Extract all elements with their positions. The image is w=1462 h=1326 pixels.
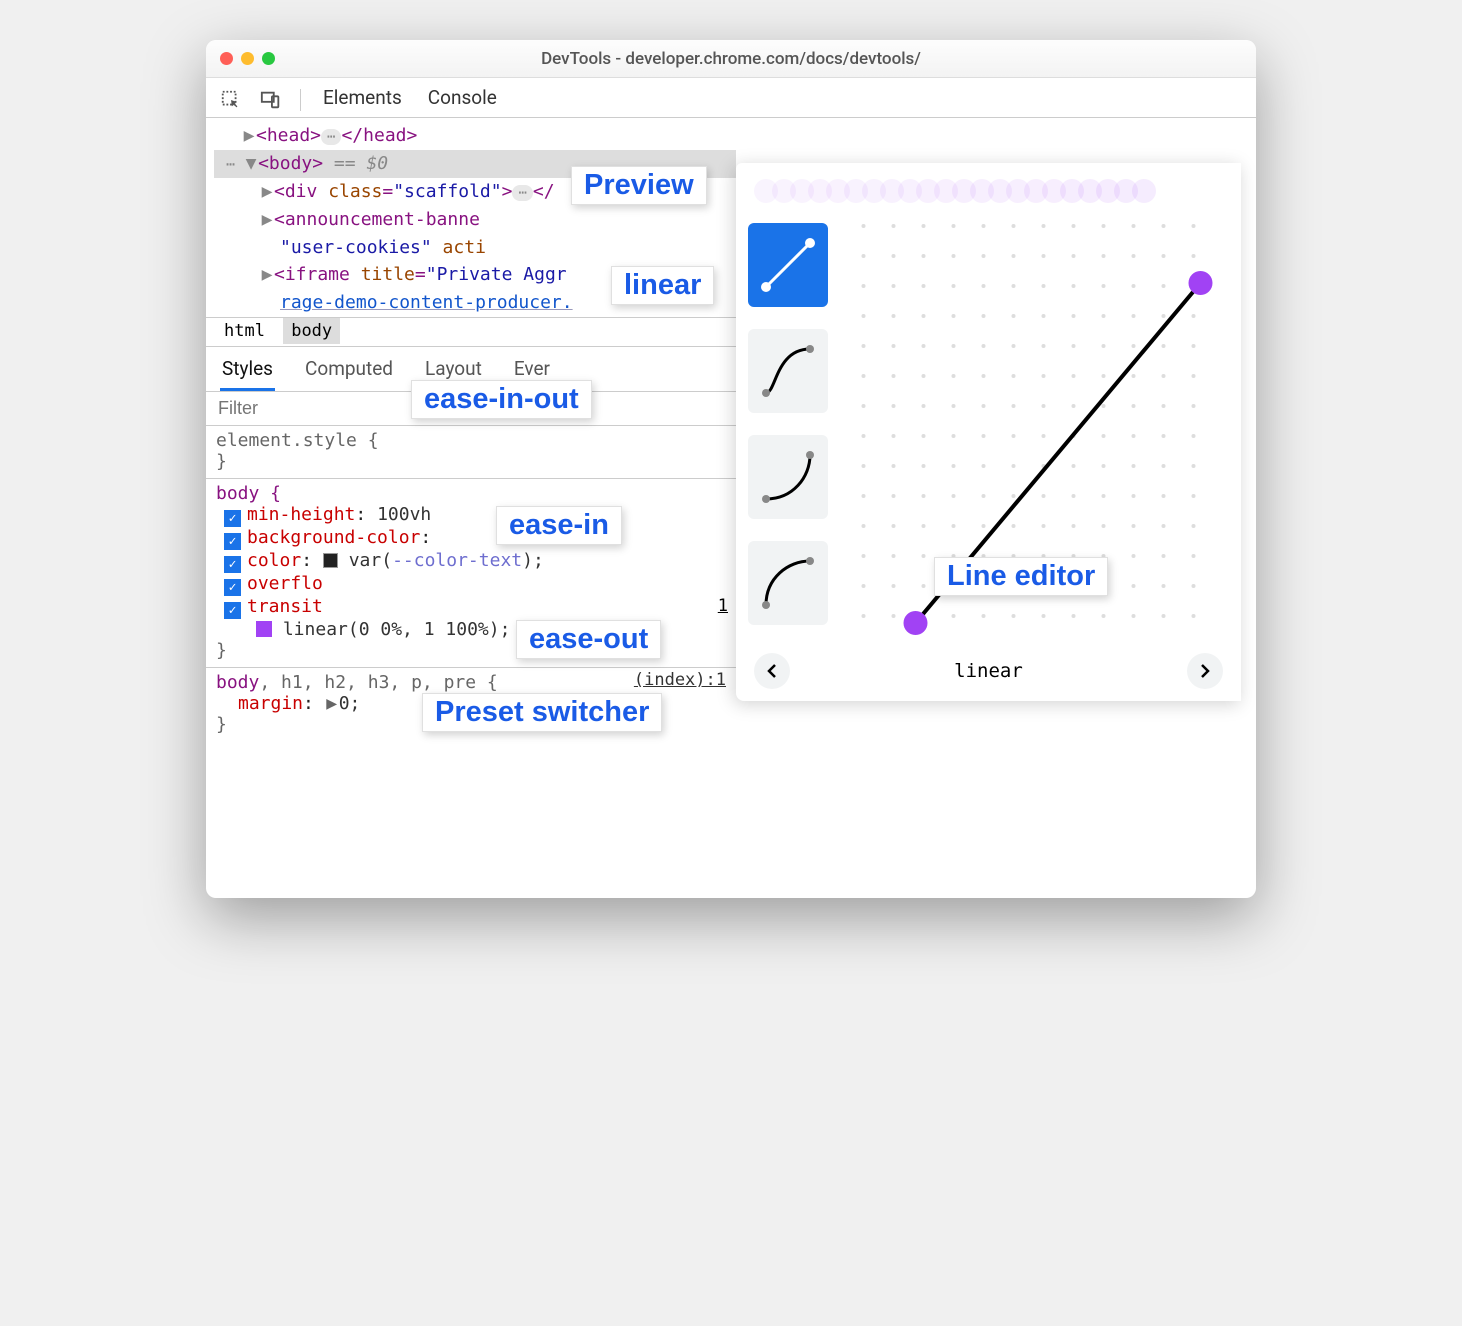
window-controls <box>220 52 275 65</box>
next-preset-button[interactable] <box>1187 653 1223 689</box>
ellipsis-icon[interactable]: ⋯ <box>512 185 532 201</box>
crumb-html[interactable]: html <box>216 318 273 344</box>
dom-body[interactable]: <body> <box>258 153 323 174</box>
easing-swatch-icon[interactable] <box>256 621 272 637</box>
left-panel: ▶<head>⋯</head> ⋯ ▼<body> == $0 ▶<div cl… <box>206 118 736 898</box>
anno-preset-switcher: Preset switcher <box>422 693 662 732</box>
tab-elements[interactable]: Elements <box>319 80 406 119</box>
anno-ease-out: ease-out <box>516 620 661 659</box>
preset-ease-in[interactable] <box>748 435 828 519</box>
subtab-styles[interactable]: Styles <box>220 353 275 391</box>
prop-toggle[interactable] <box>224 602 241 619</box>
prop-toggle[interactable] <box>224 510 241 527</box>
anno-preview: Preview <box>571 166 707 205</box>
preset-linear[interactable] <box>748 223 828 307</box>
device-icon[interactable] <box>260 89 282 111</box>
preset-switcher: linear <box>748 647 1229 691</box>
rule-element-style[interactable]: element.style { } <box>206 426 736 478</box>
maximize-icon[interactable] <box>262 52 275 65</box>
breadcrumb: html body <box>206 317 736 347</box>
easing-editor-panel: for(let i=0;i<22;i++)document.write('<di… <box>736 163 1241 701</box>
curve-editor[interactable]: Line editor <box>852 219 1229 647</box>
animation-preview: for(let i=0;i<22;i++)document.write('<di… <box>748 173 1229 209</box>
prop-toggle[interactable] <box>224 533 241 550</box>
prev-preset-button[interactable] <box>754 653 790 689</box>
inspect-icon[interactable] <box>220 89 242 111</box>
subtab-computed[interactable]: Computed <box>303 353 395 391</box>
main-area: ▶<head>⋯</head> ⋯ ▼<body> == $0 ▶<div cl… <box>206 118 1256 898</box>
devtools-window: DevTools - developer.chrome.com/docs/dev… <box>206 40 1256 898</box>
prop-toggle[interactable] <box>224 579 241 596</box>
iframe-src-link[interactable]: rage-demo-content-producer. <box>280 292 573 313</box>
preset-ease-out[interactable] <box>748 541 828 625</box>
preset-ease-in-out[interactable] <box>748 329 828 413</box>
anno-line-editor: Line editor <box>934 557 1108 596</box>
separator <box>300 89 301 111</box>
tab-console[interactable]: Console <box>424 80 501 119</box>
titlebar: DevTools - developer.chrome.com/docs/dev… <box>206 40 1256 78</box>
anno-ease-in: ease-in <box>496 506 622 545</box>
current-preset-label: linear <box>954 660 1023 682</box>
preset-list <box>748 219 828 647</box>
control-point-end[interactable] <box>1189 271 1213 295</box>
close-icon[interactable] <box>220 52 233 65</box>
anno-ease-in-out: ease-in-out <box>411 380 592 419</box>
ellipsis-icon[interactable]: ⋯ <box>321 129 341 145</box>
minimize-icon[interactable] <box>241 52 254 65</box>
window-title: DevTools - developer.chrome.com/docs/dev… <box>206 49 1256 69</box>
toolbar: Elements Console <box>206 78 1256 118</box>
prop-toggle[interactable] <box>224 556 241 573</box>
dom-head[interactable]: <head> <box>256 125 321 146</box>
anno-linear: linear <box>611 266 714 305</box>
crumb-body[interactable]: body <box>283 318 340 344</box>
source-link[interactable]: 1 <box>718 596 728 616</box>
control-point-start[interactable] <box>904 611 928 635</box>
color-swatch[interactable] <box>323 553 338 568</box>
